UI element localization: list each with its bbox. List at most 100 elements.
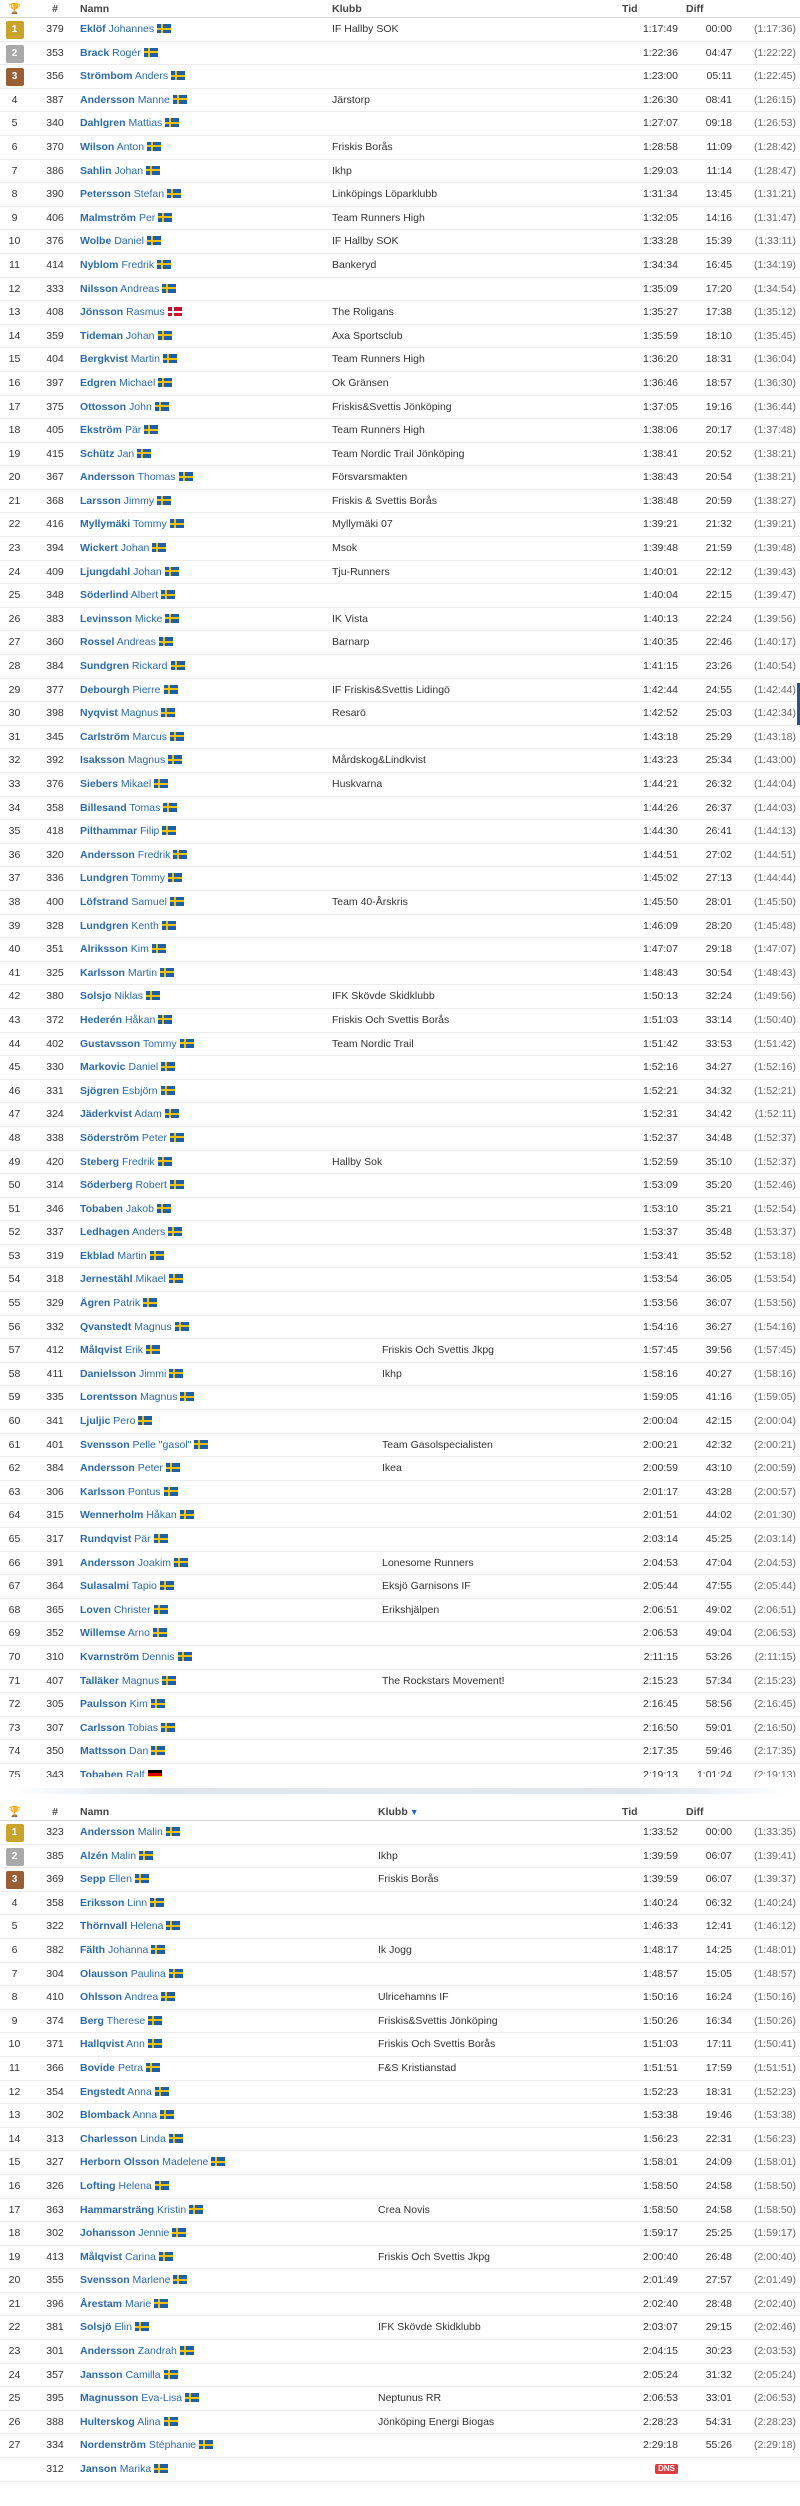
table-row[interactable]: 43 372 Hederén Håkan Friskis Och Svettis Bo…: [0, 1009, 800, 1033]
first-name[interactable]: Kristin: [157, 2204, 186, 2216]
athlete-name[interactable]: Loven Christer: [80, 1599, 168, 1622]
athlete-name[interactable]: Engstedt Anna: [80, 2081, 169, 2104]
first-name[interactable]: Håkan: [146, 1509, 176, 1521]
athlete-name[interactable]: Karlsson Pontus: [80, 1481, 178, 1504]
last-name[interactable]: Dahlgren: [80, 117, 126, 129]
first-name[interactable]: Alina: [137, 2416, 160, 2428]
last-name[interactable]: Hallqvist: [80, 2038, 124, 2050]
first-name[interactable]: Adam: [134, 1108, 161, 1120]
athlete-name[interactable]: Malmström Per: [80, 207, 173, 230]
last-name[interactable]: Bergkvist: [80, 353, 128, 365]
athlete-name[interactable]: Andersson Peter: [80, 1457, 180, 1480]
first-name[interactable]: Micke: [135, 613, 162, 625]
athlete-name[interactable]: Svensson Marlene: [80, 2269, 188, 2292]
athlete-name[interactable]: Edgren Michael: [80, 372, 173, 395]
table-row[interactable]: 54 318 Jernestähl Mikael 1:53:54 36:05 (1:53:…: [0, 1268, 800, 1293]
athlete-name[interactable]: Johansson Jennie: [80, 2222, 187, 2245]
athlete-name[interactable]: Rossel Andreas: [80, 631, 173, 654]
last-name[interactable]: Andersson: [80, 94, 135, 106]
first-name[interactable]: Paulina: [131, 1968, 166, 1980]
table-row[interactable]: 22 416 Myllymäki Tommy Myllymäki 07 1:39:21 2…: [0, 513, 800, 538]
athlete-name[interactable]: Karlsson Martin: [80, 962, 175, 985]
table-row[interactable]: 60 341 Ljuljic Pero 2:00:04 42:15 (2:00:04): [0, 1410, 800, 1434]
table-row[interactable]: 13 408 Jönsson Rasmus The Roligans 1:35:27 17…: [0, 301, 800, 325]
athlete-name[interactable]: Ekblad Martin: [80, 1245, 164, 1268]
last-name[interactable]: Wickert: [80, 542, 118, 554]
last-name[interactable]: Jönsson: [80, 306, 123, 318]
last-name[interactable]: Wilson: [80, 141, 114, 153]
first-name[interactable]: Linn: [127, 1897, 147, 1909]
table-row[interactable]: 5 322 Thörnvall Helena 1:46:33 12:41 (1:46:12…: [0, 1915, 800, 1939]
athlete-name[interactable]: Nordenström Stéphanie: [80, 2434, 214, 2457]
athlete-name[interactable]: Wickert Johan: [80, 537, 167, 560]
first-name[interactable]: Robert: [135, 1179, 167, 1191]
table-row[interactable]: 28 384 Sundgren Rickard 1:41:15 23:26 (1:40:5…: [0, 655, 800, 679]
athlete-name[interactable]: Eklöf Johannes: [80, 18, 172, 41]
last-name[interactable]: Söderström: [80, 1132, 139, 1144]
last-name[interactable]: Blomback: [80, 2109, 130, 2121]
name-column-header[interactable]: Namn: [80, 1803, 109, 1821]
athlete-name[interactable]: Nilsson Andreas: [80, 278, 177, 301]
table-row[interactable]: 42 380 Solsjo Niklas IFK Skövde Skidklubb 1:…: [0, 985, 800, 1009]
first-name[interactable]: Helena: [130, 1920, 163, 1932]
athlete-name[interactable]: Andersson Joakim: [80, 1552, 189, 1575]
last-name[interactable]: Solsjö: [80, 2321, 112, 2333]
athlete-name[interactable]: Andersson Fredrik: [80, 844, 188, 867]
first-name[interactable]: Pontus: [128, 1486, 161, 1498]
first-name[interactable]: John: [129, 401, 152, 413]
last-name[interactable]: Pilthammar: [80, 825, 137, 837]
first-name[interactable]: Martin: [131, 353, 160, 365]
last-name[interactable]: Lundgren: [80, 872, 128, 884]
last-name[interactable]: Berg: [80, 2015, 104, 2027]
last-name[interactable]: Målqvist: [80, 2251, 122, 2263]
table-row[interactable]: 46 331 Sjögren Esbjörn 1:52:21 34:32 (1:52:21…: [0, 1080, 800, 1104]
table-row[interactable]: 53 319 Ekblad Martin 1:53:41 35:52 (1:53:18): [0, 1245, 800, 1269]
first-name[interactable]: Patrik: [113, 1297, 140, 1309]
last-name[interactable]: Rundqvist: [80, 1533, 131, 1545]
table-row[interactable]: 4 358 Eriksson Linn 1:40:24 06:32 (1:40:24): [0, 1892, 800, 1916]
table-row[interactable]: 55 329 Ägren Patrik 1:53:56 36:07 (1:53:56): [0, 1292, 800, 1316]
last-name[interactable]: Andersson: [80, 1557, 135, 1569]
first-name[interactable]: Anton: [117, 141, 144, 153]
first-name[interactable]: Jan: [117, 448, 134, 460]
table-row[interactable]: 20 355 Svensson Marlene 2:01:49 27:57 (2:01:4…: [0, 2269, 800, 2293]
athlete-name[interactable]: Paulsson Kim: [80, 1693, 165, 1716]
first-name[interactable]: Carina: [125, 2251, 156, 2263]
first-name[interactable]: Peter: [142, 1132, 167, 1144]
first-name[interactable]: Malin: [111, 1850, 136, 1862]
athlete-name[interactable]: Qvanstedt Magnus: [80, 1316, 189, 1339]
last-name[interactable]: Wennerholm: [80, 1509, 143, 1521]
athlete-name[interactable]: Gustavsson Tommy: [80, 1033, 194, 1056]
first-name[interactable]: Mikael: [135, 1273, 165, 1285]
table-row[interactable]: 7 304 Olausson Paulina 1:48:57 15:05 (1:48:57…: [0, 1963, 800, 1987]
athlete-name[interactable]: Andersson Malin: [80, 1821, 180, 1844]
first-name[interactable]: Manne: [138, 94, 170, 106]
time-column-header[interactable]: Tid: [622, 1803, 680, 1821]
last-name[interactable]: Årestam: [80, 2298, 122, 2310]
table-row[interactable]: 18 302 Johansson Jennie 1:59:17 25:25 (1:59:1…: [0, 2222, 800, 2246]
table-row[interactable]: 14 313 Charlesson Linda 1:56:23 22:31 (1:56:2…: [0, 2128, 800, 2152]
table-row[interactable]: 38 400 Löfstrand Samuel Team 40-Årskris 1:45…: [0, 891, 800, 915]
first-name[interactable]: Johan: [121, 542, 150, 554]
table-row[interactable]: 66 391 Andersson Joakim Lonesome Runners 2:0…: [0, 1552, 800, 1576]
last-name[interactable]: Lofting: [80, 2180, 116, 2192]
athlete-name[interactable]: Danielsson Jimmi: [80, 1363, 184, 1386]
table-row[interactable]: 29 377 Debourgh Pierre IF Friskis&Svettis L…: [0, 679, 800, 703]
first-name[interactable]: Kim: [131, 943, 149, 955]
table-row[interactable]: 25 395 Magnusson Eva-Lisa Neptunus RR 2:06:5…: [0, 2387, 800, 2411]
table-row[interactable]: 8 410 Ohlsson Andrea Ulricehamns IF 1:50:16 1…: [0, 1986, 800, 2010]
first-name[interactable]: Rogér: [112, 47, 141, 59]
first-name[interactable]: Jakob: [126, 1203, 154, 1215]
first-name[interactable]: Mattias: [128, 117, 162, 129]
athlete-name[interactable]: Jäderkvist Adam: [80, 1103, 179, 1126]
filter-icon[interactable]: ▼: [410, 1807, 419, 1817]
table-row[interactable]: 40 351 Alriksson Kim 1:47:07 29:18 (1:47:07): [0, 938, 800, 962]
last-name[interactable]: Eklöf: [80, 23, 106, 35]
last-name[interactable]: Qvanstedt: [80, 1321, 131, 1333]
athlete-name[interactable]: Hammarsträng Kristin: [80, 2199, 204, 2222]
athlete-name[interactable]: Hallqvist Ann: [80, 2033, 162, 2056]
first-name[interactable]: Anders: [132, 1226, 165, 1238]
last-name[interactable]: Markovic: [80, 1061, 126, 1073]
table-row[interactable]: 17 375 Ottosson John Friskis&Svettis Jönköp…: [0, 396, 800, 420]
athlete-name[interactable]: Ljuljic Pero: [80, 1410, 153, 1433]
